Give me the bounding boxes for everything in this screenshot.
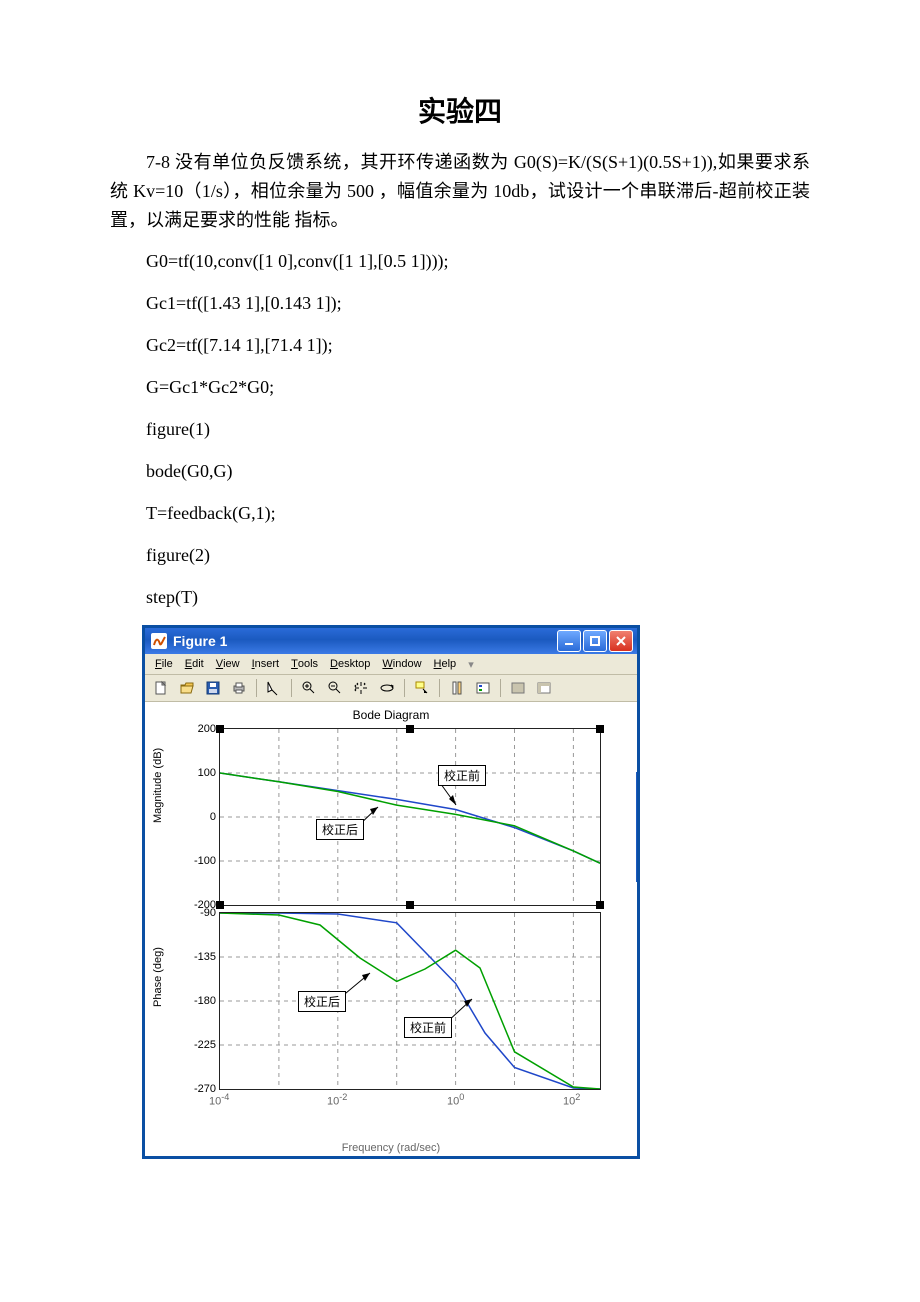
y-axis-label-phase: Phase (deg) xyxy=(152,993,164,1007)
data-cursor-icon[interactable] xyxy=(410,676,434,700)
menu-help[interactable]: Help xyxy=(428,657,463,671)
code-line: step(T) xyxy=(110,584,810,612)
menu-view[interactable]: View xyxy=(210,657,246,671)
minimize-button[interactable] xyxy=(557,630,581,652)
rotate-3d-icon[interactable] xyxy=(375,676,399,700)
crop-edge xyxy=(636,772,637,882)
ytick: -100 xyxy=(194,855,216,867)
maximize-button[interactable] xyxy=(583,630,607,652)
axes-phase[interactable]: -90 -135 -180 -225 -270 xyxy=(219,912,601,1090)
code-line: bode(G0,G) xyxy=(110,458,810,486)
annotation-before: 校正前 xyxy=(438,765,486,786)
plot-area[interactable]: Bode Diagram Magnitude (dB) Phase (deg) … xyxy=(145,702,637,1156)
code-line: G=Gc1*Gc2*G0; xyxy=(110,374,810,402)
zoom-in-icon[interactable] xyxy=(297,676,321,700)
page-title: 实验四 xyxy=(110,90,810,130)
edit-plot-icon[interactable] xyxy=(262,676,286,700)
open-icon[interactable] xyxy=(175,676,199,700)
menu-bar: File Edit View Insert Tools Desktop Wind… xyxy=(145,654,637,675)
menu-overflow-icon: ▾ xyxy=(468,658,474,671)
code-line: Gc1=tf([1.43 1],[0.143 1]); xyxy=(110,290,810,318)
ytick: -90 xyxy=(200,907,216,919)
ytick: 0 xyxy=(210,811,216,823)
chart-title: Bode Diagram xyxy=(145,708,637,722)
code-line: T=feedback(G,1); xyxy=(110,500,810,528)
close-button[interactable] xyxy=(609,630,633,652)
menu-tools[interactable]: Tools xyxy=(285,657,324,671)
code-line: figure(2) xyxy=(110,542,810,570)
hide-plot-tools-icon[interactable] xyxy=(506,676,530,700)
ytick: -225 xyxy=(194,1039,216,1051)
insert-legend-icon[interactable] xyxy=(471,676,495,700)
show-plot-tools-icon[interactable] xyxy=(532,676,556,700)
ytick: -135 xyxy=(194,951,216,963)
matlab-icon xyxy=(151,633,167,649)
axes-magnitude[interactable]: 200 100 0 -100 -200 xyxy=(219,728,601,906)
problem-statement: 7-8 没有单位负反馈系统，其开环传递函数为 G0(S)=K/(S(S+1)(0… xyxy=(110,148,810,234)
x-axis-label: Frequency (rad/sec) xyxy=(145,1142,637,1154)
print-icon[interactable] xyxy=(227,676,251,700)
insert-colorbar-icon[interactable] xyxy=(445,676,469,700)
magnitude-plot xyxy=(220,729,600,905)
window-title: Figure 1 xyxy=(173,633,227,649)
code-line: G0=tf(10,conv([1 0],conv([1 1],[0.5 1]))… xyxy=(110,248,810,276)
menu-desktop[interactable]: Desktop xyxy=(324,657,376,671)
menu-insert[interactable]: Insert xyxy=(246,657,286,671)
annotation-after: 校正后 xyxy=(316,819,364,840)
menu-window[interactable]: Window xyxy=(376,657,427,671)
new-figure-icon[interactable] xyxy=(149,676,173,700)
annotation-before: 校正前 xyxy=(404,1017,452,1038)
toolbar xyxy=(145,675,637,702)
pan-icon[interactable] xyxy=(349,676,373,700)
phase-plot xyxy=(220,913,600,1089)
code-line: Gc2=tf([7.14 1],[71.4 1]); xyxy=(110,332,810,360)
menu-file[interactable]: File xyxy=(149,657,179,671)
save-icon[interactable] xyxy=(201,676,225,700)
code-line: figure(1) xyxy=(110,416,810,444)
ytick: 200 xyxy=(198,723,216,735)
figure-window: Figure 1 File Edit View Insert Tools Des… xyxy=(142,625,640,1159)
menu-edit[interactable]: Edit xyxy=(179,657,210,671)
zoom-out-icon[interactable] xyxy=(323,676,347,700)
annotation-after: 校正后 xyxy=(298,991,346,1012)
y-axis-label-magnitude: Magnitude (dB) xyxy=(152,809,164,823)
ytick: 100 xyxy=(198,767,216,779)
window-titlebar[interactable]: Figure 1 xyxy=(145,628,637,654)
matlab-code-block: G0=tf(10,conv([1 0],conv([1 1],[0.5 1]))… xyxy=(110,248,810,611)
ytick: -180 xyxy=(194,995,216,1007)
